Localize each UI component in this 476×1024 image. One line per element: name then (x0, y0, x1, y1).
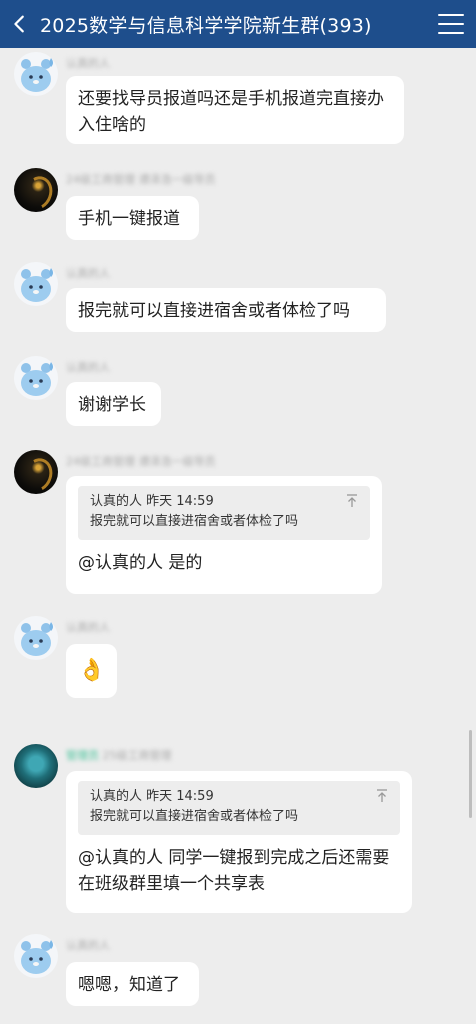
avatar[interactable] (14, 52, 58, 96)
back-button[interactable] (0, 0, 40, 48)
avatar[interactable] (14, 356, 58, 400)
chat-window: 2025数学与信息科学学院新生群(393) 认真的人 还要找导员报道吗还是手机报… (0, 0, 476, 1024)
bear-avatar-icon (21, 622, 53, 656)
bear-avatar-icon (21, 268, 53, 302)
scrollbar[interactable] (469, 730, 472, 818)
emoji-bubble[interactable]: 👌 (66, 644, 117, 698)
quoted-message[interactable]: 认真的人 昨天 14:59 报完就可以直接进宿舍或者体检了吗 (78, 781, 400, 835)
message-text: @认真的人 同学一键报到完成之后还需要在班级群里填一个共享表 (78, 848, 390, 894)
bear-avatar-icon (21, 362, 53, 396)
avatar[interactable] (14, 616, 58, 660)
sender-name: 认真的人 (66, 939, 110, 952)
sender-name: 24级工商管理 谭泽浩一级导员 (66, 455, 216, 468)
message-bubble[interactable]: 还要找导员报道吗还是手机报道完直接办入住啥的 (66, 76, 404, 144)
sender-tag: 管理员 (66, 749, 99, 762)
message-bubble[interactable]: 嗯嗯，知道了 (66, 962, 199, 1006)
message-text: @认真的人 是的 (78, 553, 203, 573)
avatar[interactable] (14, 934, 58, 978)
sender-name: 管理员 25级工商管理 (66, 747, 172, 762)
reply-bubble[interactable]: 认真的人 昨天 14:59 报完就可以直接进宿舍或者体检了吗 @认真的人 同学一… (66, 771, 412, 913)
jump-to-top-icon[interactable] (376, 789, 388, 803)
sender-name: 认真的人 (66, 621, 110, 634)
quote-meta: 认真的人 昨天 14:59 (90, 494, 214, 509)
chat-header: 2025数学与信息科学学院新生群(393) (0, 0, 476, 48)
menu-icon[interactable] (438, 12, 464, 36)
message-bubble[interactable]: 报完就可以直接进宿舍或者体检了吗 (66, 288, 386, 332)
quote-meta: 认真的人 昨天 14:59 (90, 789, 214, 804)
bear-avatar-icon (21, 58, 53, 92)
sender-name: 认真的人 (66, 361, 110, 374)
reply-bubble[interactable]: 认真的人 昨天 14:59 报完就可以直接进宿舍或者体检了吗 @认真的人 是的 (66, 476, 382, 594)
sender-name-text: 25级工商管理 (102, 749, 172, 762)
message-bubble[interactable]: 手机一键报道 (66, 196, 199, 240)
message-bubble[interactable]: 谢谢学长 (66, 382, 161, 426)
sender-name: 认真的人 (66, 57, 110, 70)
sender-name: 24级工商管理 谭泽浩一级导员 (66, 173, 216, 186)
sender-name: 认真的人 (66, 267, 110, 280)
avatar[interactable] (14, 744, 58, 788)
quote-text: 报完就可以直接进宿舍或者体检了吗 (90, 514, 299, 529)
avatar[interactable] (14, 168, 58, 212)
chat-title: 2025数学与信息科学学院新生群(393) (40, 14, 372, 37)
avatar[interactable] (14, 262, 58, 306)
quoted-message[interactable]: 认真的人 昨天 14:59 报完就可以直接进宿舍或者体检了吗 (78, 486, 370, 540)
jump-to-top-icon[interactable] (346, 494, 358, 508)
quote-text: 报完就可以直接进宿舍或者体检了吗 (90, 809, 299, 824)
back-arrow-icon (14, 15, 24, 33)
avatar[interactable] (14, 450, 58, 494)
bear-avatar-icon (21, 940, 53, 974)
